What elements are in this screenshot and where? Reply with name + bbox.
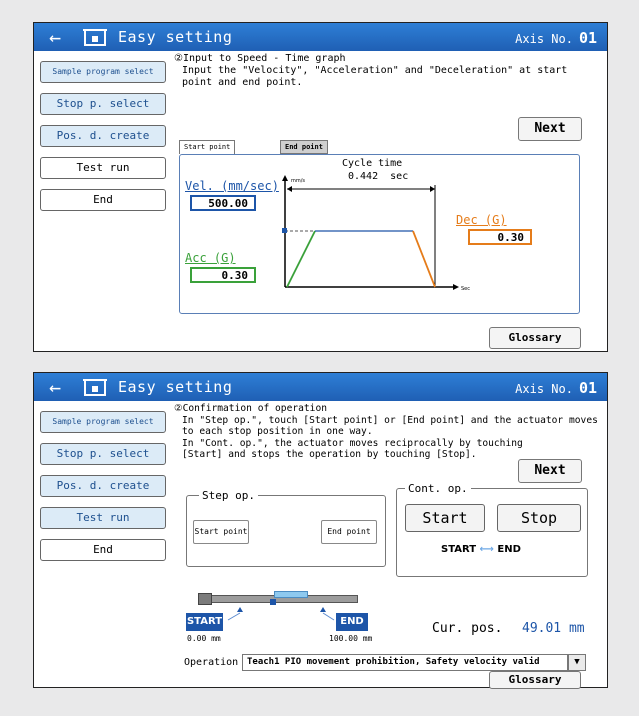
rail-end-label: END [336, 613, 368, 631]
deceleration-input[interactable]: 0.30 [468, 229, 532, 245]
instruction-heading: ②Input to Speed - Time graph [174, 53, 346, 64]
easy-setting-panel-test-run: ← Easy setting Axis No. 01 Sample program… [33, 372, 608, 689]
start-button[interactable]: Start [405, 504, 485, 532]
rail-end-value: 100.00 mm [329, 634, 373, 643]
step-sidebar: Sample program select Stop p. select Pos… [40, 411, 166, 571]
step-op-label: Step op. [199, 489, 258, 502]
instruction-text: ②Confirmation of operation In "Step op."… [174, 403, 601, 461]
velocity-input[interactable]: 500.00 [190, 195, 256, 211]
home-icon[interactable] [82, 27, 108, 47]
step-sample-program-select[interactable]: Sample program select [40, 61, 166, 83]
next-button[interactable]: Next [518, 117, 582, 141]
cycle-time-label: Cycle time [342, 158, 403, 169]
step-end[interactable]: End [40, 189, 166, 211]
velocity-label: Vel. (mm/sec) [185, 179, 279, 193]
step-stop-p-select[interactable]: Stop p. select [40, 93, 166, 115]
dropdown-arrow-icon[interactable]: ▼ [568, 654, 586, 671]
step-sidebar: Sample program select Stop p. select Pos… [40, 61, 166, 221]
glossary-button[interactable]: Glossary [489, 327, 581, 349]
operation-label: Operation [184, 657, 239, 668]
back-arrow-icon[interactable]: ← [42, 26, 68, 48]
stop-button[interactable]: Stop [497, 504, 581, 532]
step-test-run[interactable]: Test run [40, 157, 166, 179]
instruction-line: In "Step op.", touch [Start point] or [E… [182, 414, 598, 426]
step-sample-program-select[interactable]: Sample program select [40, 411, 166, 433]
start-end-indicator: START ⟷ END [441, 544, 521, 555]
rail-start-label: START [186, 613, 223, 631]
start-point-button[interactable]: Start point [193, 520, 249, 544]
y-axis-unit: mm/s [291, 178, 305, 184]
cont-op-label: Cont. op. [405, 482, 471, 495]
instruction-line: Input the "Velocity", "Acceleration" and… [182, 65, 568, 76]
decel-segment [412, 230, 436, 288]
tab-end-point[interactable]: End point [280, 140, 328, 154]
speed-time-graph: Vel. (mm/sec) 500.00 Acc (G) 0.30 Dec (G… [179, 154, 580, 314]
instruction-heading: ②Confirmation of operation [174, 403, 327, 414]
acceleration-input[interactable]: 0.30 [190, 267, 256, 283]
speed-graph-plot: mm/s Sec [282, 175, 470, 292]
step-pos-d-create[interactable]: Pos. d. create [40, 125, 166, 147]
instruction-line: to each stop position in one way. [182, 426, 373, 437]
title-bar: ← Easy setting Axis No. 01 [34, 23, 607, 51]
page-title: Easy setting [118, 378, 233, 396]
back-arrow-icon[interactable]: ← [42, 376, 68, 398]
accel-segment [286, 230, 316, 288]
operation-select[interactable]: Teach1 PIO movement prohibition, Safety … [242, 654, 568, 671]
axis-indicator: Axis No. 01 [515, 29, 597, 47]
acceleration-label: Acc (G) [185, 251, 236, 265]
home-icon[interactable] [82, 377, 108, 397]
x-axis-unit: Sec [461, 286, 470, 292]
current-position-label: Cur. pos. [432, 621, 503, 636]
axis-indicator: Axis No. 01 [515, 379, 597, 397]
actuator-slider [274, 591, 308, 598]
easy-setting-panel-speed-graph: ← Easy setting Axis No. 01 Sample program… [33, 22, 608, 352]
actuator-rail [198, 591, 358, 605]
instruction-line: point and end point. [182, 77, 303, 88]
velocity-marker [282, 228, 287, 233]
cont-op-group: Cont. op. Start Stop START ⟷ END [396, 482, 588, 577]
current-position-value: 49.01 mm [522, 621, 585, 636]
instruction-line: In "Cont. op.", the actuator moves recip… [182, 437, 523, 449]
title-bar: ← Easy setting Axis No. 01 [34, 373, 607, 401]
double-arrow-icon: ⟷ [479, 544, 494, 555]
glossary-button[interactable]: Glossary [489, 671, 581, 689]
step-stop-p-select[interactable]: Stop p. select [40, 443, 166, 465]
page-title: Easy setting [118, 28, 233, 46]
step-pos-d-create[interactable]: Pos. d. create [40, 475, 166, 497]
tab-start-point[interactable]: Start point [179, 140, 236, 154]
step-test-run[interactable]: Test run [40, 507, 166, 529]
next-button[interactable]: Next [518, 459, 582, 483]
step-end[interactable]: End [40, 539, 166, 561]
rail-start-value: 0.00 mm [187, 634, 221, 643]
step-op-group: Step op. Start point End point [186, 489, 386, 567]
instruction-text: ②Input to Speed - Time graph Input the "… [174, 53, 601, 89]
end-point-button[interactable]: End point [321, 520, 377, 544]
